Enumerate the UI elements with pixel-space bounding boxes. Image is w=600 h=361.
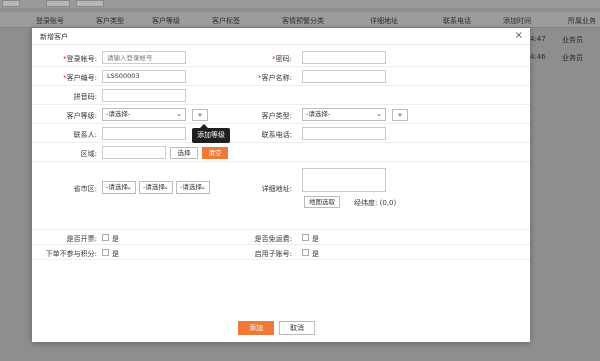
bg-column-header: 联系电话 (443, 17, 471, 25)
chevron-down-icon: ⌄ (163, 183, 169, 191)
customer-level-label: 客户等级: (66, 112, 97, 120)
login-input[interactable] (102, 51, 186, 64)
customer-name-label: *客户名称: (258, 74, 292, 82)
invoice-label: 是否开票: (66, 235, 97, 243)
invoice-option-label: 是 (112, 235, 119, 243)
region-input[interactable] (102, 146, 166, 159)
close-icon[interactable]: × (515, 30, 523, 41)
customer-level-select[interactable]: -请选择- ⌄ (102, 108, 186, 121)
no-points-checkbox[interactable] (102, 249, 109, 256)
customer-name-input[interactable] (302, 70, 386, 83)
form-row: 是否开票: 是 是否免运费: 是 (32, 230, 530, 245)
region-select-button[interactable]: 选择 (170, 147, 198, 159)
bg-column-header: 客情预警分类 (282, 17, 324, 25)
form-row: 下单不参与积分: 是 启用子账号: 是 (32, 245, 530, 260)
customer-code-input[interactable]: LSS00003 (102, 70, 186, 83)
customer-type-selected: -请选择- (306, 110, 331, 118)
invoice-checkbox[interactable] (102, 234, 109, 241)
customer-type-select[interactable]: -请选择- ⌄ (302, 108, 386, 121)
bg-toolbar-button[interactable] (2, 0, 20, 7)
form-row: *登录帐号: *密码: (32, 48, 530, 67)
coords-value: (0,0) (379, 199, 397, 207)
background-toolbar (0, 0, 600, 8)
bg-column-header: 详细地址 (370, 17, 398, 25)
add-level-tooltip: 添加等级 (192, 124, 230, 143)
chevron-down-icon: ⌄ (176, 110, 182, 118)
free-shipping-option-label: 是 (312, 235, 319, 243)
chevron-down-icon: ⌄ (126, 183, 132, 191)
contact-label: 联系人: (73, 131, 97, 139)
add-level-button[interactable]: + (192, 109, 208, 121)
sub-account-label: 启用子账号: (254, 250, 292, 258)
region-clear-button[interactable]: 清空 (202, 147, 228, 159)
free-shipping-checkbox[interactable] (302, 234, 309, 241)
bg-cell-time: 4:46 (530, 53, 546, 61)
province-label: 省市区: (73, 185, 97, 193)
form-row: 区域: 选择 清空 (32, 143, 530, 162)
add-type-button[interactable]: + (392, 109, 408, 121)
bg-column-header: 客户类型 (96, 17, 124, 25)
login-label: *登录帐号: (63, 55, 97, 63)
sub-account-option-label: 是 (312, 250, 319, 258)
background-table-header: 登录账号 客户类型 客户等级 客户标签 客情预警分类 详细地址 联系电话 添加时… (0, 12, 600, 28)
bg-column-header: 客户等级 (152, 17, 180, 25)
coords-label: 经纬度: (0,0) (354, 199, 397, 207)
bg-column-header: 所属业务 (568, 17, 596, 25)
region-label: 区域: (80, 150, 97, 158)
add-customer-dialog: 新增客户 × *登录帐号: *密码: *客户编号: LSS00003 *客户名称… (32, 28, 530, 342)
free-shipping-label: 是否免运费: (254, 235, 292, 243)
bg-toolbar-button[interactable] (76, 0, 104, 7)
password-input[interactable] (302, 51, 386, 64)
form-row: *客户编号: LSS00003 *客户名称: (32, 67, 530, 86)
password-label: *密码: (272, 55, 292, 63)
province-select[interactable]: -请选择 ⌄ (102, 181, 136, 194)
cancel-button[interactable]: 取消 (279, 321, 315, 335)
bg-cell-owner: 业务员 (562, 54, 583, 62)
pinyin-label: 拼音码: (73, 93, 97, 101)
customer-level-selected: -请选择- (106, 110, 131, 118)
form-row: 省市区: -请选择 ⌄ -请选择 ⌄ -请选择 ⌄ 详细地址: 地图选取 经纬度: (… (32, 162, 530, 230)
pinyin-input[interactable] (102, 89, 186, 102)
contact-input[interactable] (102, 127, 186, 140)
no-points-option-label: 是 (112, 250, 119, 258)
sub-account-checkbox[interactable] (302, 249, 309, 256)
district-select[interactable]: -请选择 ⌄ (176, 181, 210, 194)
form-row: 客户等级: -请选择- ⌄ + 客户类型: -请选择- ⌄ + (32, 105, 530, 124)
bg-column-header: 客户标签 (212, 17, 240, 25)
form-row: 拼音码: (32, 86, 530, 105)
bg-cell-owner: 业务员 (562, 36, 583, 44)
phone-input[interactable] (302, 127, 386, 140)
map-pick-button[interactable]: 地图选取 (304, 196, 340, 208)
customer-code-label: *客户编号: (63, 74, 97, 82)
bg-cell-time: 4:47 (530, 35, 546, 43)
form-row: 联系人: 联系电话: (32, 124, 530, 143)
chevron-down-icon: ⌄ (200, 183, 206, 191)
address-textarea[interactable] (302, 168, 386, 192)
chevron-down-icon: ⌄ (376, 110, 382, 118)
no-points-label: 下单不参与积分: (45, 250, 97, 258)
phone-label: 联系电话: (261, 131, 292, 139)
bg-column-header: 登录账号 (36, 17, 64, 25)
address-label: 详细地址: (261, 185, 292, 193)
add-button[interactable]: 添加 (238, 321, 274, 335)
bg-toolbar-button[interactable] (46, 0, 70, 7)
dialog-title: 新增客户 (40, 33, 68, 41)
customer-type-label: 客户类型: (261, 112, 292, 120)
bg-column-header: 添加时间 (503, 17, 531, 25)
city-select[interactable]: -请选择 ⌄ (139, 181, 173, 194)
dialog-header: 新增客户 × (32, 28, 530, 45)
